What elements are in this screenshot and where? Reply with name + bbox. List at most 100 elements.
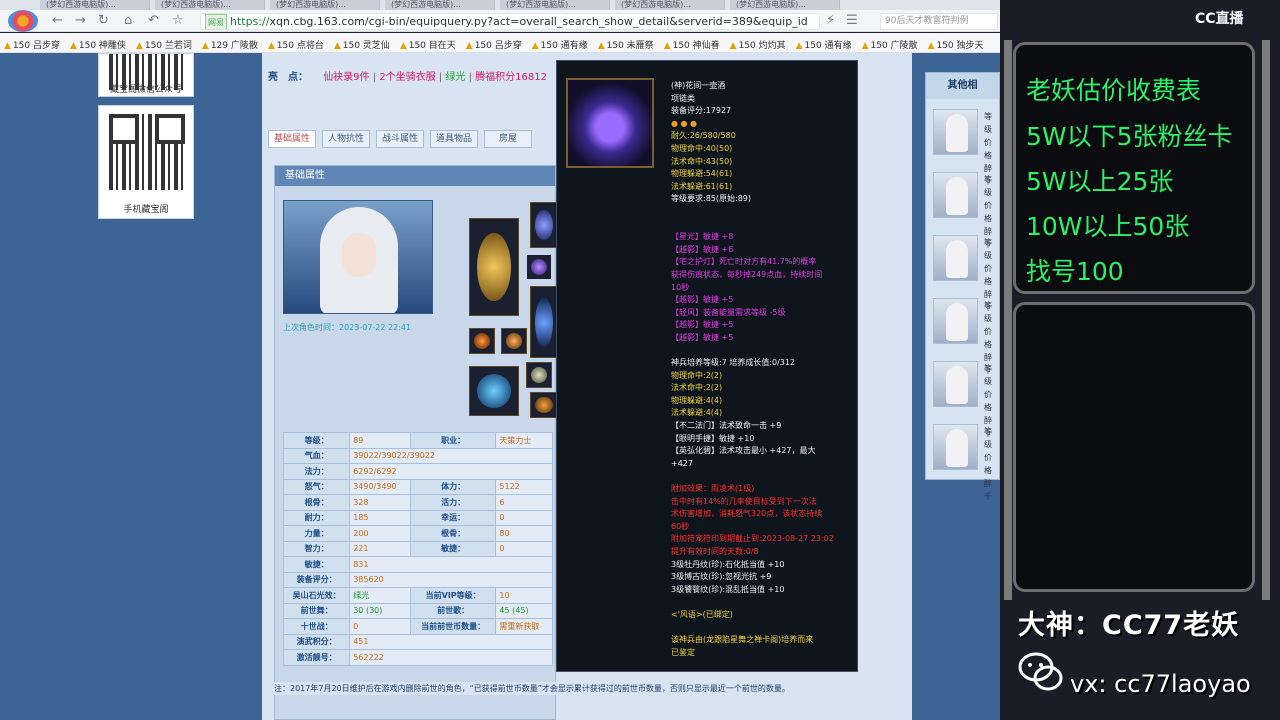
other-role-avatar[interactable] (933, 109, 978, 155)
address-bar: ← → ↻ ⌂ ↶ ☆ 网易 https://xqn.cbg.163.com/cg… (0, 10, 1000, 32)
bookmark-item[interactable]: ▲ 150 神雕侠 (70, 36, 126, 52)
bookmark-item[interactable]: ▲ 150 通有缘 (532, 36, 588, 52)
helm-slot[interactable] (530, 202, 558, 248)
stat-label: 敏捷： (282, 556, 351, 573)
other-role-avatar[interactable] (933, 298, 978, 344)
other-role-avatar[interactable] (933, 424, 978, 470)
tooltip-line: 法术命中:2(2) (671, 383, 723, 393)
footnote: 注：2017年7月20日维护后在游戏内删除前世的角色，“已获得前世币数量”才会显… (274, 682, 844, 695)
tooltip-line: 法术躲避:61(61) (671, 181, 733, 191)
necklace-slot[interactable] (526, 254, 552, 280)
bookmark-item[interactable]: ▲ 150 灵芝仙 (334, 36, 390, 52)
bookmark-item[interactable]: ▲ 150 独步天 (928, 36, 984, 52)
stat-label: 等级： (282, 432, 351, 449)
other-role-avatar[interactable] (933, 172, 978, 218)
tab-battle[interactable]: 战斗属性 (376, 130, 424, 148)
bookmark-item[interactable]: ▲ 150 兰若词 (136, 36, 192, 52)
tooltip-line: 装备评分:17927 (671, 106, 732, 116)
bookmark-item[interactable]: ▲ 150 广陵散 (862, 36, 918, 52)
mobile-qr-card[interactable]: 手机藏宝阁 (98, 105, 194, 219)
home-icon[interactable]: ⌂ (124, 13, 132, 28)
stat-label: 职业： (409, 432, 497, 449)
wechat-icon (1018, 652, 1063, 691)
tooltip-line: 已鉴定 (671, 647, 695, 657)
stat-value: 185 (349, 509, 411, 526)
stat-value: 需重新获取 (495, 618, 553, 635)
stat-label: 激活靓号： (282, 649, 351, 666)
weapon-slot[interactable] (469, 218, 519, 316)
tooltip-line: 物理躲避:54(61) (671, 169, 733, 179)
bookmark-item[interactable]: ▲ 129 广陵散 (202, 36, 258, 52)
tooltip-line: 【轻风】装备能量需求等级 -5级 (671, 307, 786, 317)
pearl-slot[interactable] (526, 362, 552, 388)
earring-slot[interactable] (501, 328, 527, 354)
reload-icon[interactable]: ↻ (98, 13, 109, 28)
tooltip-line: 【越影】敏捷 +5 (671, 320, 734, 330)
highlight-item: 仙袂录9件 (323, 72, 370, 83)
tab-resist[interactable]: 人物抗性 (322, 130, 370, 148)
cc-live-logo: CC直播 (1195, 11, 1244, 27)
wechat-caption: 藏宝阁微信公众号 (109, 85, 182, 95)
tab-items[interactable]: 道具物品 (430, 130, 478, 148)
stats-row: 气血： 39022/39022/39022 (282, 447, 553, 464)
browser-tab[interactable]: (梦幻西游电脑版)... (155, 0, 265, 10)
stat-value: 328 (349, 494, 411, 511)
bookmark-item[interactable]: ▲ 150 目在天 (400, 36, 456, 52)
bookmark-item[interactable]: ▲ 150 吕步穿 (4, 36, 60, 52)
star-icon[interactable]: ☆ (172, 13, 184, 28)
browser-tab[interactable]: (梦幻西游电脑版)... (615, 0, 725, 10)
stat-label: 演武积分： (282, 633, 351, 650)
necklace-item-icon (566, 78, 654, 168)
tab-house[interactable]: 房屋 (484, 130, 532, 148)
browser-tab[interactable]: (梦幻西游电脑版)... (270, 0, 380, 10)
browser-tab[interactable]: (梦幻西游电脑版)... (385, 0, 495, 10)
url-input[interactable]: 网易 https://xqn.cbg.163.com/cgi-bin/equipq… (200, 13, 820, 30)
tooltip-line: 3级牡丹纹(珍):石化抵当值 +10 (671, 559, 785, 569)
bookmark-item[interactable]: ▲ 150 神仙眷 (664, 36, 720, 52)
frame-rail (1004, 40, 1012, 600)
stat-value: 绿光 (349, 587, 411, 604)
extension-icon[interactable]: ☰ (846, 13, 858, 28)
tab-strip: (梦幻西游电脑版)... (梦幻西游电脑版)... (梦幻西游电脑版)... (… (0, 0, 1000, 10)
wechat-qr-card: 藏宝阁微信公众号 (98, 53, 194, 97)
highlight-item: 腾福积分16812 (475, 72, 547, 83)
boots-slot[interactable] (530, 392, 558, 418)
stat-value: 39022/39022/39022 (349, 447, 553, 464)
tooltip-line: 物理命中:40(50) (671, 143, 733, 153)
bookmark-item[interactable]: ▲ 150 通有缘 (796, 36, 852, 52)
bookmark-item[interactable]: ▲ 150 灼灼其 (730, 36, 786, 52)
ring-slot[interactable] (469, 328, 495, 354)
bookmark-item[interactable]: ▲ 150 点将台 (268, 36, 324, 52)
bookmark-item[interactable]: ▲ 150 吕步穿 (466, 36, 522, 52)
browser-tab[interactable]: (梦幻西游电脑版)... (500, 0, 610, 10)
tooltip-line: 【越影】敏捷 +5 (671, 295, 734, 305)
browser-tab[interactable]: (梦幻西游电脑版)... (40, 0, 150, 10)
bookmark-item[interactable]: ▲ 150 未雁祭 (598, 36, 654, 52)
camera-box (1013, 302, 1255, 592)
stat-label: 力量： (282, 525, 351, 542)
stat-label: 当前前世币数量： (409, 618, 497, 635)
stat-label: 当前VIP等级： (409, 587, 497, 604)
armor-slot[interactable] (530, 286, 558, 358)
tab-basic[interactable]: 基础属性 (268, 130, 316, 148)
forward-icon[interactable]: → (75, 13, 86, 28)
lightning-icon[interactable]: ⚡ (826, 13, 835, 28)
price-line: 找号100 (1026, 257, 1124, 286)
other-roles-panel: 其他相 等级 价格 醉千 等级 价格 醉千 等级 价格 醉千 等级 价格 醉千 等级 价格 醉千 等… (925, 72, 1000, 501)
stat-label: 根骨： (409, 525, 497, 542)
other-role-avatar[interactable] (933, 235, 978, 281)
stat-value: 5122 (495, 478, 553, 495)
browser-tab[interactable]: (梦幻西游电脑版)... (730, 0, 840, 10)
stat-value: 451 (349, 633, 553, 650)
undo-icon[interactable]: ↶ (148, 13, 159, 28)
stat-value: 221 (349, 540, 411, 557)
back-icon[interactable]: ← (52, 13, 63, 28)
search-input[interactable]: 90后天才教富符判例 (880, 13, 998, 30)
tooltip-line: 法术躲避:4(4) (671, 408, 723, 418)
stats-row: 根骨： 328 活力： 6 (282, 494, 553, 511)
other-role-avatar[interactable] (933, 361, 978, 407)
tooltip-line (671, 206, 851, 219)
belt-slot[interactable] (469, 366, 519, 416)
tooltip-line: 提升有效时间的天数:0/8 (671, 546, 759, 556)
tooltip-line: 【眼明手捷】敏捷 +10 (671, 433, 755, 443)
